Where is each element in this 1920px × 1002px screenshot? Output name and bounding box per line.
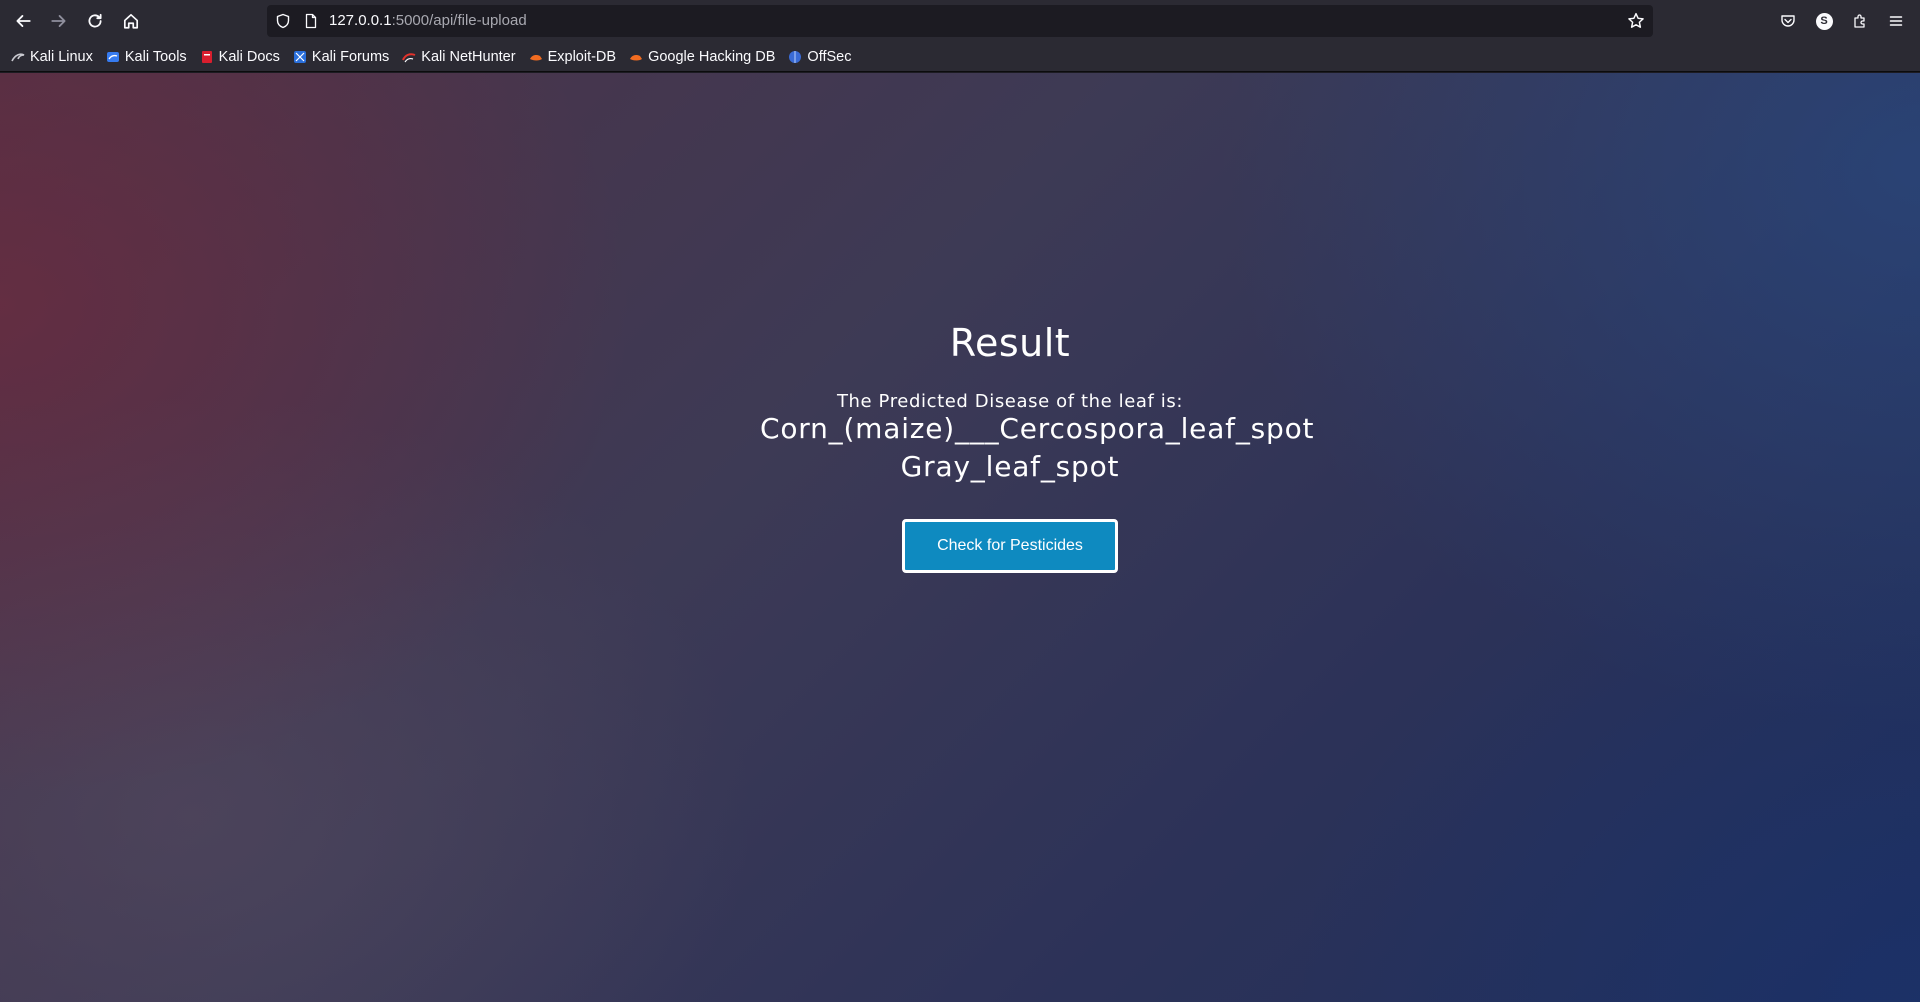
bookmark-google-hacking-db[interactable]: Google Hacking DB: [628, 49, 775, 65]
bookmark-label: Kali NetHunter: [421, 48, 516, 65]
back-icon: [16, 15, 31, 27]
bookmark-label: Kali Forums: [311, 48, 390, 65]
kali-tools-icon: [105, 49, 121, 65]
page-title: Result: [949, 321, 1071, 365]
menu-button[interactable]: [1886, 11, 1906, 31]
page-icon: [305, 13, 317, 29]
home-icon: [123, 13, 139, 29]
url-path: :5000/api/file-upload: [391, 12, 527, 29]
page-viewport: Result The Predicted Disease of the leaf…: [0, 73, 1920, 1002]
account-initial: S: [1820, 15, 1828, 27]
bookmark-kali-nethunter[interactable]: Kali NetHunter: [401, 48, 516, 65]
bookmark-label: Exploit-DB: [547, 48, 617, 65]
shield-icon[interactable]: [275, 13, 291, 29]
bookmark-exploit-db[interactable]: Exploit-DB: [528, 48, 617, 65]
kali-docs-icon: [199, 49, 215, 65]
bookmark-kali-docs[interactable]: Kali Docs: [199, 49, 280, 65]
bookmark-label: Kali Docs: [218, 48, 280, 65]
menu-icon: [1889, 16, 1903, 26]
kali-nethunter-icon: [401, 49, 417, 65]
account-button[interactable]: S: [1814, 11, 1834, 31]
url-host: 127.0.0.1: [329, 12, 392, 29]
browser-toolbar: 127.0.0.1:5000/api/file-upload S: [0, 0, 1920, 42]
bookmark-offsec[interactable]: OffSec: [787, 49, 851, 65]
kali-linux-icon: [10, 49, 26, 65]
check-pesticides-button[interactable]: Check for Pesticides: [902, 519, 1118, 573]
bookmark-label: OffSec: [807, 48, 852, 65]
extensions-icon: [1854, 14, 1865, 28]
prediction-label: The Predicted Disease of the leaf is:: [836, 391, 1184, 412]
reload-button[interactable]: [81, 7, 109, 35]
bookmark-label: Kali Linux: [30, 48, 93, 65]
kali-forums-icon: [292, 49, 308, 65]
back-button[interactable]: [9, 7, 37, 35]
disease-line-1: Corn_(maize)___Cercospora_leaf_spot: [760, 412, 1315, 445]
offsec-icon: [787, 49, 803, 65]
exploit-db-icon: [528, 49, 544, 65]
pocket-icon: [1781, 15, 1795, 27]
bookmark-star-icon[interactable]: [1627, 12, 1645, 30]
pocket-button[interactable]: [1778, 11, 1798, 31]
bookmark-kali-forums[interactable]: Kali Forums: [292, 49, 389, 65]
bookmark-kali-tools[interactable]: Kali Tools: [105, 49, 187, 65]
disease-line-2: Gray_leaf_spot: [900, 450, 1120, 483]
url-bar[interactable]: 127.0.0.1:5000/api/file-upload: [267, 5, 1653, 37]
forward-icon: [51, 15, 66, 27]
url-text[interactable]: 127.0.0.1:5000/api/file-upload: [329, 12, 527, 29]
bookmark-label: Kali Tools: [124, 48, 187, 65]
reload-icon: [88, 13, 102, 28]
account-icon: S: [1815, 12, 1833, 30]
ghdb-icon: [628, 49, 644, 65]
bookmarks-bar: Kali Linux Kali Tools Kali Docs Kali For…: [0, 42, 1920, 72]
bookmark-kali-linux[interactable]: Kali Linux: [10, 49, 93, 65]
home-button[interactable]: [117, 7, 145, 35]
bookmark-label: Google Hacking DB: [648, 48, 776, 65]
extensions-button[interactable]: [1850, 11, 1870, 31]
predicted-disease: Corn_(maize)___Cercospora_leaf_spot Gray…: [760, 410, 1313, 486]
forward-button[interactable]: [45, 7, 73, 35]
